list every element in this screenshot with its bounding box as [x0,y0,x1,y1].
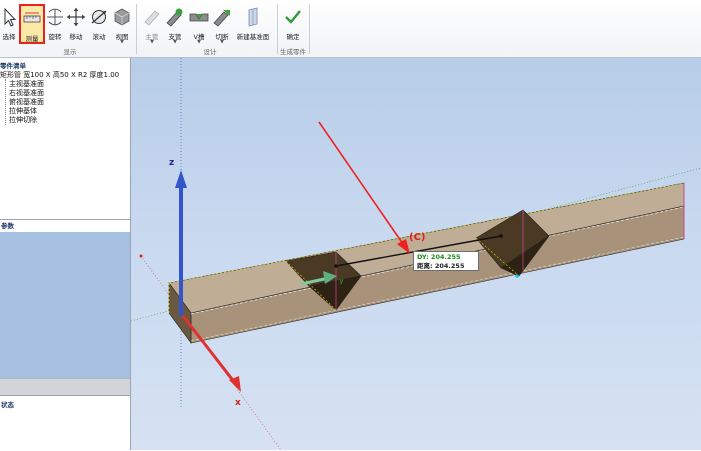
new-plane-button[interactable]: 新建基准面 [236,4,270,44]
main-pipe-dropdown-icon[interactable]: ▼ [150,39,154,45]
pipe-icon [144,10,160,26]
cut-button[interactable]: 切断 ▼ [211,4,233,45]
measure-annotation-label: (C) [409,232,426,243]
v-groove-icon [189,13,209,22]
group-display-label: 显示 [63,48,77,56]
cut-icon [213,10,230,27]
roll-button[interactable]: 滚动 [89,4,109,44]
ribbon-toolbar: 选择 测量 旋转 移动 滚动 视图 ▼ 显示 主管 ▼ 支管 ▼ V槽 ▼ 切断… [0,0,701,58]
view-dropdown-icon[interactable]: ▼ [120,39,124,45]
tree-item-extrude-cut[interactable]: 拉伸切除 [9,115,37,125]
measure-tooltip: DY: 204.255 距离: 204.255 [413,251,479,271]
branch-pipe-dropdown-icon[interactable]: ▼ [173,39,177,45]
parameters-area[interactable] [0,232,130,378]
info-panel: 状态 [0,395,130,451]
info-title: 状态 [1,401,14,409]
snap-point [515,274,519,278]
z-axis-label: z [169,158,175,168]
left-panel: 零件清单 矩形管 宽100 X 高50 X R2 厚度1.00 主视基准面 右视… [0,58,131,450]
parameters-title: 参数 [0,220,130,230]
parameters-status-bar [0,378,130,396]
cut-dropdown-icon[interactable]: ▼ [220,39,224,45]
roll-icon [91,10,107,24]
branch-pipe-button[interactable]: 支管 ▼ [164,4,186,45]
move-icon [67,8,85,26]
feature-tree-title: 零件清单 [0,62,26,70]
tree-connector [5,79,6,125]
confirm-button[interactable]: 确定 [283,4,303,44]
confirm-label: 确定 [286,33,300,41]
annotation-arrow-line [318,121,404,245]
new-plane-label: 新建基准面 [236,33,270,41]
rotate-icon [47,8,63,26]
group-design-label: 设计 [203,48,217,56]
select-button[interactable]: 选择 [0,4,18,44]
group-generate-label: 生成零件 [280,48,306,56]
ruler-icon [23,12,41,23]
group-separator [136,4,137,54]
y-axis-label: y [339,277,344,285]
cube-view-icon [114,8,130,26]
check-icon [285,10,301,24]
branch-pipe-icon [166,8,183,27]
v-groove-dropdown-icon[interactable]: ▼ [197,39,201,45]
x-axis-label: x [235,398,241,408]
dy-value: DY: 204.255 [417,253,461,261]
parameters-panel: 参数 [0,219,130,396]
3d-viewport[interactable]: z x y (C) DY: 204.255 距离: 204.255 [131,58,701,450]
view-button[interactable]: 视图 ▼ [112,4,132,45]
move-button[interactable]: 移动 [66,4,86,44]
plane-icon [248,7,258,27]
distance-value: 距离: 204.255 [417,262,465,270]
origin-marker [139,254,143,258]
cursor-icon [4,7,17,27]
